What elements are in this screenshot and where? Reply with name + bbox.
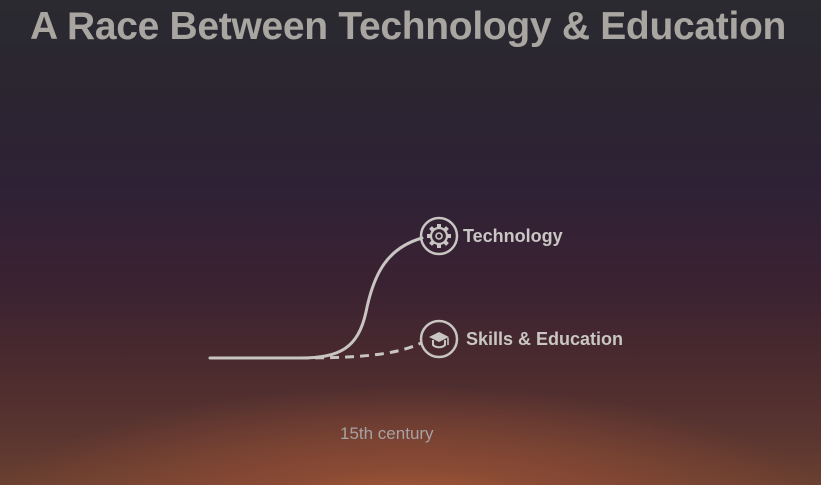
race-diagram (208, 216, 459, 360)
technology-curve (298, 236, 424, 360)
gear-icon (419, 216, 459, 256)
skills-education-label: Skills & Education (466, 329, 624, 349)
graduation-cap-icon (419, 319, 459, 359)
technology-label: Technology (463, 226, 563, 246)
era-caption: 15th century (340, 424, 434, 443)
